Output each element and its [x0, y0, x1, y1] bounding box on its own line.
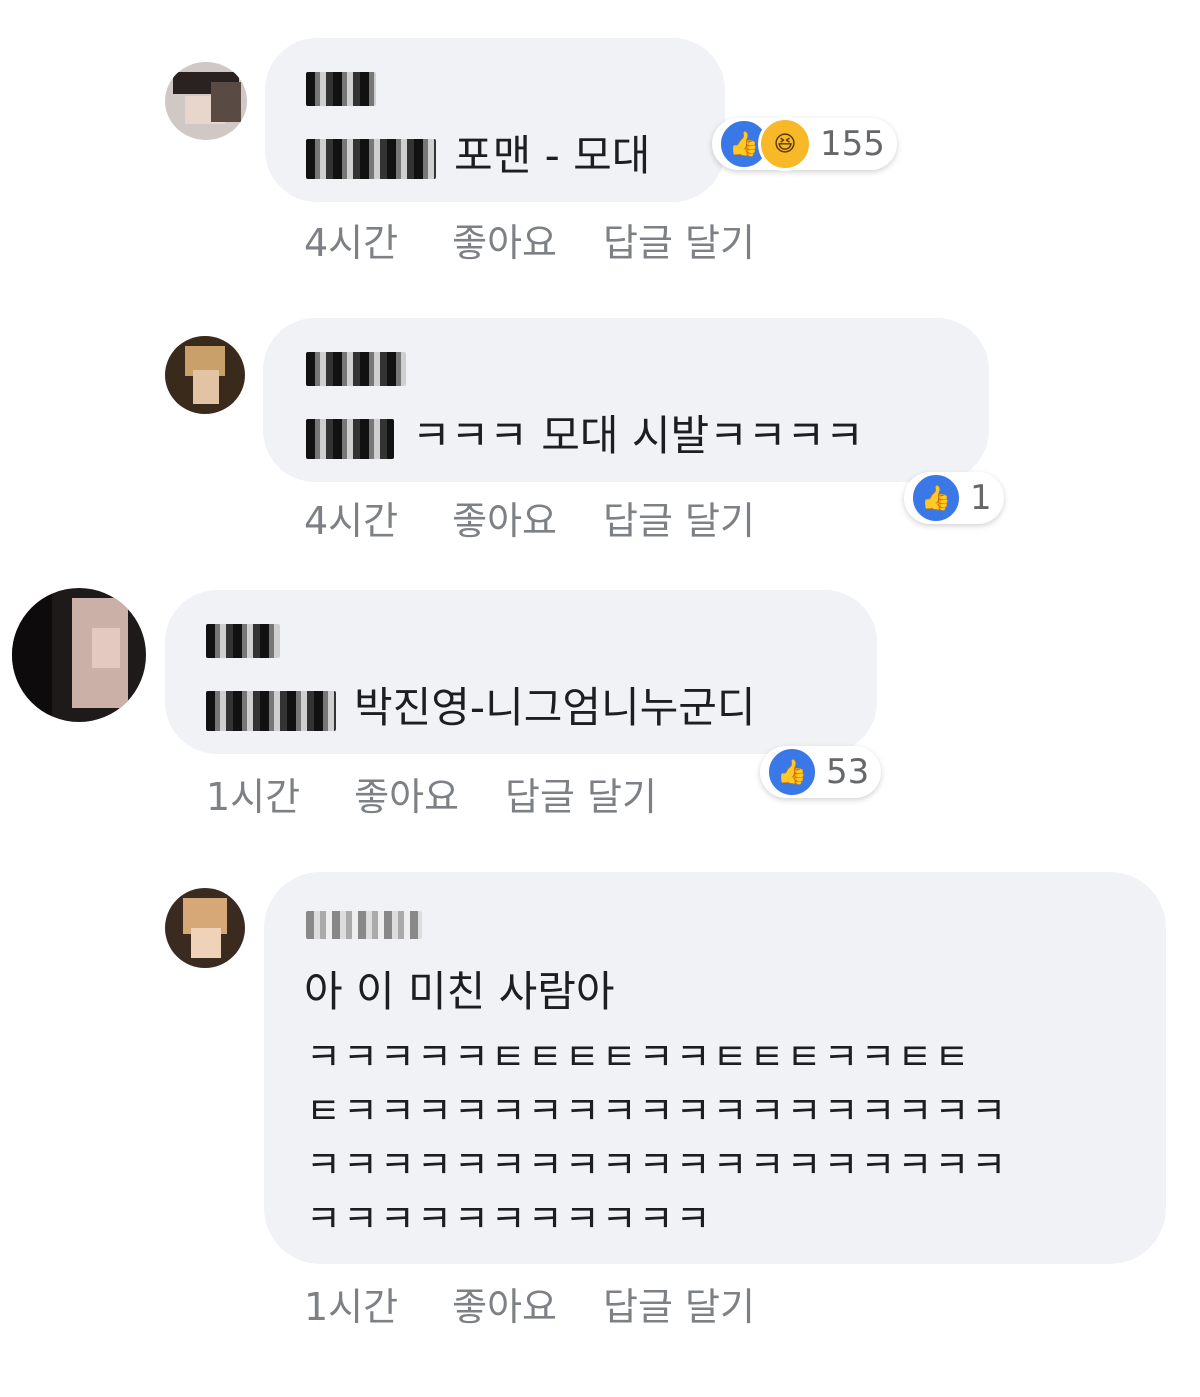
reaction-count: 53	[826, 752, 870, 792]
avatar[interactable]	[165, 336, 245, 414]
comment-actions: 1시간 좋아요 답글 달기	[206, 766, 703, 821]
timestamp[interactable]: 4시간	[304, 221, 398, 265]
avatar[interactable]	[12, 588, 146, 722]
reaction-summary[interactable]: 👍 53	[760, 746, 882, 798]
like-icon: 👍	[910, 472, 962, 524]
like-icon: 👍	[766, 746, 818, 798]
reaction-summary[interactable]: 👍 1	[904, 472, 1004, 524]
timestamp[interactable]: 4시간	[304, 499, 398, 543]
comment-text-line-5: ㅋㅋㅋㅋㅋㅋㅋㅋㅋㅋㅋ	[306, 1197, 713, 1241]
haha-icon: 😆	[758, 117, 812, 171]
author-name-redacted[interactable]	[306, 70, 376, 106]
like-button[interactable]: 좋아요	[452, 1285, 557, 1329]
reaction-count: 155	[820, 124, 885, 164]
avatar[interactable]	[165, 888, 245, 968]
timestamp[interactable]: 1시간	[206, 775, 300, 819]
like-button[interactable]: 좋아요	[354, 775, 459, 819]
comment-text-line-2: ㅋㅋㅋㅋㅋㅌㅌㅌㅌㅋㅋㅌㅌㅌㅋㅋㅌㅌ	[306, 1035, 972, 1079]
comment-actions: 4시간 좋아요 답글 달기	[304, 490, 801, 545]
reaction-summary[interactable]: 👍 😆 155	[712, 117, 897, 171]
comment-text-line-1: 아 이 미친 사람아	[304, 967, 615, 1016]
author-name-redacted[interactable]	[206, 622, 280, 658]
author-name-redacted[interactable]	[306, 350, 406, 386]
comment-text-line-3: ㅌㅋㅋㅋㅋㅋㅋㅋㅋㅋㅋㅋㅋㅋㅋㅋㅋㅋㅋ	[306, 1089, 1009, 1133]
author-name-redacted[interactable]	[306, 906, 422, 941]
reaction-count: 1	[970, 478, 992, 518]
reply-button[interactable]: 답글 달기	[603, 499, 755, 543]
comment-text-container: 박진영-니그엄니누군디	[206, 674, 756, 735]
avatar[interactable]	[165, 62, 247, 140]
comment-actions: 1시간 좋아요 답글 달기	[304, 1276, 801, 1331]
comment-text-line-4: ㅋㅋㅋㅋㅋㅋㅋㅋㅋㅋㅋㅋㅋㅋㅋㅋㅋㅋㅋ	[306, 1143, 1009, 1187]
reply-button[interactable]: 답글 달기	[603, 1285, 755, 1329]
comment-text: 포맨 - 모대	[454, 131, 651, 180]
comment-text: 박진영-니그엄니누군디	[354, 683, 756, 732]
like-button[interactable]: 좋아요	[452, 221, 557, 265]
like-button[interactable]: 좋아요	[452, 499, 557, 543]
timestamp[interactable]: 1시간	[304, 1285, 398, 1329]
reply-button[interactable]: 답글 달기	[505, 775, 657, 819]
comment-actions: 4시간 좋아요 답글 달기	[304, 212, 801, 267]
comment-text-container: 포맨 - 모대	[306, 122, 650, 183]
comment-text-container: ㅋㅋㅋ 모대 시발ㅋㅋㅋㅋ	[306, 402, 864, 463]
mention-redacted[interactable]	[206, 683, 336, 732]
mention-redacted[interactable]	[306, 131, 436, 180]
mention-redacted[interactable]	[306, 411, 394, 460]
reply-button[interactable]: 답글 달기	[603, 221, 755, 265]
comment-text: ㅋㅋㅋ 모대 시발ㅋㅋㅋㅋ	[412, 411, 864, 460]
